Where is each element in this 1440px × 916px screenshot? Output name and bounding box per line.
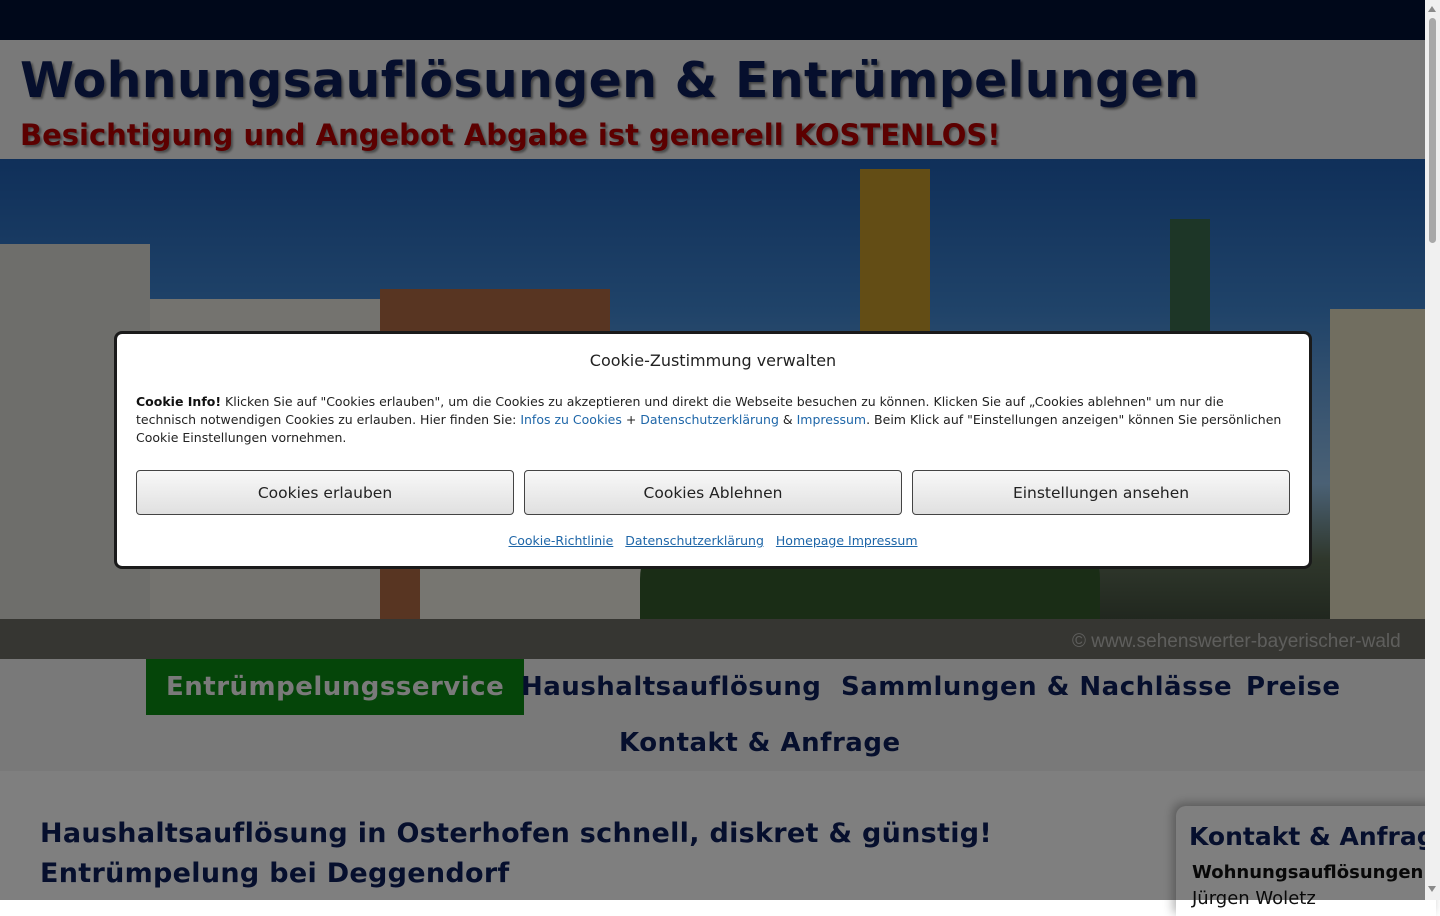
cookie-info-label: Cookie Info! <box>136 394 222 409</box>
plus-separator: + <box>621 412 641 427</box>
deny-cookies-button[interactable]: Cookies Ablehnen <box>524 470 902 515</box>
cookie-infos-link[interactable]: Infos zu Cookies <box>520 412 622 427</box>
privacy-link[interactable]: Datenschutzerklärung <box>640 412 779 427</box>
imprint-link[interactable]: Impressum <box>797 412 866 427</box>
cookie-consent-dialog: Cookie-Zustimmung verwalten Cookie Info!… <box>114 331 1312 569</box>
cookie-footer-links: Cookie-Richtlinie Datenschutzerklärung H… <box>117 533 1309 548</box>
cookie-policy-link[interactable]: Cookie-Richtlinie <box>508 533 613 548</box>
accept-cookies-button[interactable]: Cookies erlauben <box>136 470 514 515</box>
scroll-up-arrow-icon[interactable] <box>1428 6 1436 12</box>
cookie-settings-button[interactable]: Einstellungen ansehen <box>912 470 1290 515</box>
footer-imprint-link[interactable]: Homepage Impressum <box>776 533 918 548</box>
cookie-dialog-text: Cookie Info! Klicken Sie auf "Cookies er… <box>136 393 1286 447</box>
footer-privacy-link[interactable]: Datenschutzerklärung <box>625 533 764 548</box>
amp-separator: & <box>778 412 797 427</box>
page-scrollbar[interactable] <box>1425 0 1440 900</box>
cookie-dialog-title: Cookie-Zustimmung verwalten <box>589 351 837 370</box>
scroll-thumb[interactable] <box>1429 18 1436 243</box>
scroll-down-arrow-icon[interactable] <box>1428 886 1436 892</box>
